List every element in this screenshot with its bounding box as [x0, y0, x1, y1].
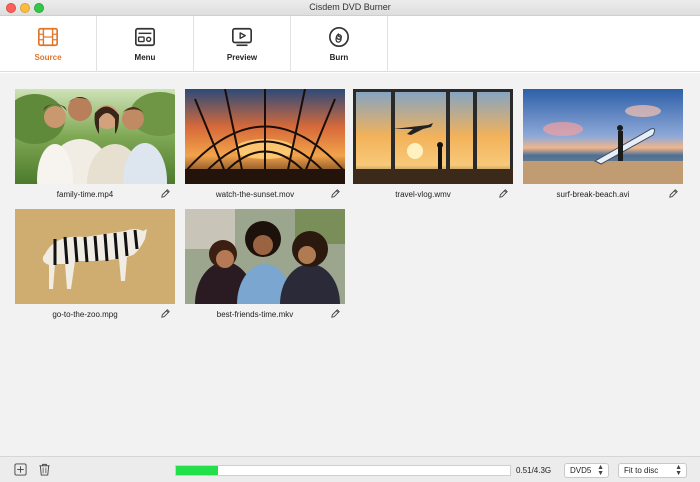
video-item-surf-break-beach[interactable]: surf-break-beach.avi [523, 89, 683, 199]
tab-source-label: Source [34, 53, 62, 62]
video-name: go-to-the-zoo.mpg [52, 310, 118, 319]
tab-burn[interactable]: Burn [291, 16, 388, 72]
pencil-icon[interactable] [160, 188, 171, 199]
tab-menu[interactable]: Menu [97, 16, 194, 72]
tab-preview[interactable]: Preview [194, 16, 291, 72]
up-down-arrow-icon: ▲ ▼ [597, 464, 604, 477]
video-thumbnail[interactable] [353, 89, 513, 184]
add-icon[interactable] [14, 463, 27, 476]
video-name: surf-break-beach.avi [556, 190, 630, 199]
menu-icon [135, 27, 155, 47]
video-item-watch-the-sunset[interactable]: watch-the-sunset.mov [185, 89, 345, 199]
tab-preview-label: Preview [226, 53, 258, 62]
source-media-grid: family-time.mp4 watch-the-sunset.mov tra… [0, 73, 700, 456]
up-down-arrow-icon: ▲ ▼ [675, 464, 682, 477]
play-icon [232, 27, 252, 47]
window-title: Cisdem DVD Burner [309, 2, 391, 12]
video-thumbnail[interactable] [185, 89, 345, 184]
video-name: watch-the-sunset.mov [215, 190, 295, 199]
video-thumbnail[interactable] [185, 209, 345, 304]
tab-source[interactable]: Source [0, 16, 97, 72]
tab-burn-label: Burn [329, 53, 349, 62]
progress-fill [176, 466, 218, 475]
disc-type-select[interactable]: DVD5 ▲ ▼ [564, 463, 609, 478]
pencil-icon[interactable] [160, 308, 171, 319]
pencil-icon[interactable] [330, 308, 341, 319]
disc-usage-progress [175, 465, 511, 476]
video-thumbnail[interactable] [15, 209, 175, 304]
video-name: best-friends-time.mkv [216, 310, 294, 319]
title-bar: Cisdem DVD Burner [0, 0, 700, 16]
disc-icon [329, 27, 349, 47]
pencil-icon[interactable] [330, 188, 341, 199]
toolbar: Source Menu Preview Burn [0, 16, 700, 72]
tab-menu-label: Menu [134, 53, 156, 62]
video-name: travel-vlog.wmv [395, 190, 451, 199]
disc-type-value: DVD5 [570, 466, 592, 475]
disc-size-readout: 0.51/4.3G [516, 466, 552, 475]
video-item-family-time[interactable]: family-time.mp4 [15, 89, 175, 199]
video-name: family-time.mp4 [56, 190, 114, 199]
video-thumbnail[interactable] [523, 89, 683, 184]
video-item-best-friends-time[interactable]: best-friends-time.mkv [185, 209, 345, 319]
pencil-icon[interactable] [498, 188, 509, 199]
fit-mode-value: Fit to disc [624, 466, 659, 475]
film-icon [38, 27, 58, 47]
trash-icon[interactable] [38, 463, 51, 476]
video-item-go-to-the-zoo[interactable]: go-to-the-zoo.mpg [15, 209, 175, 319]
fit-mode-select[interactable]: Fit to disc ▲ ▼ [618, 463, 687, 478]
video-thumbnail[interactable] [15, 89, 175, 184]
pencil-icon[interactable] [668, 188, 679, 199]
status-bar: 0.51/4.3G DVD5 ▲ ▼ Fit to disc ▲ ▼ [0, 456, 700, 482]
video-item-travel-vlog[interactable]: travel-vlog.wmv [353, 89, 513, 199]
